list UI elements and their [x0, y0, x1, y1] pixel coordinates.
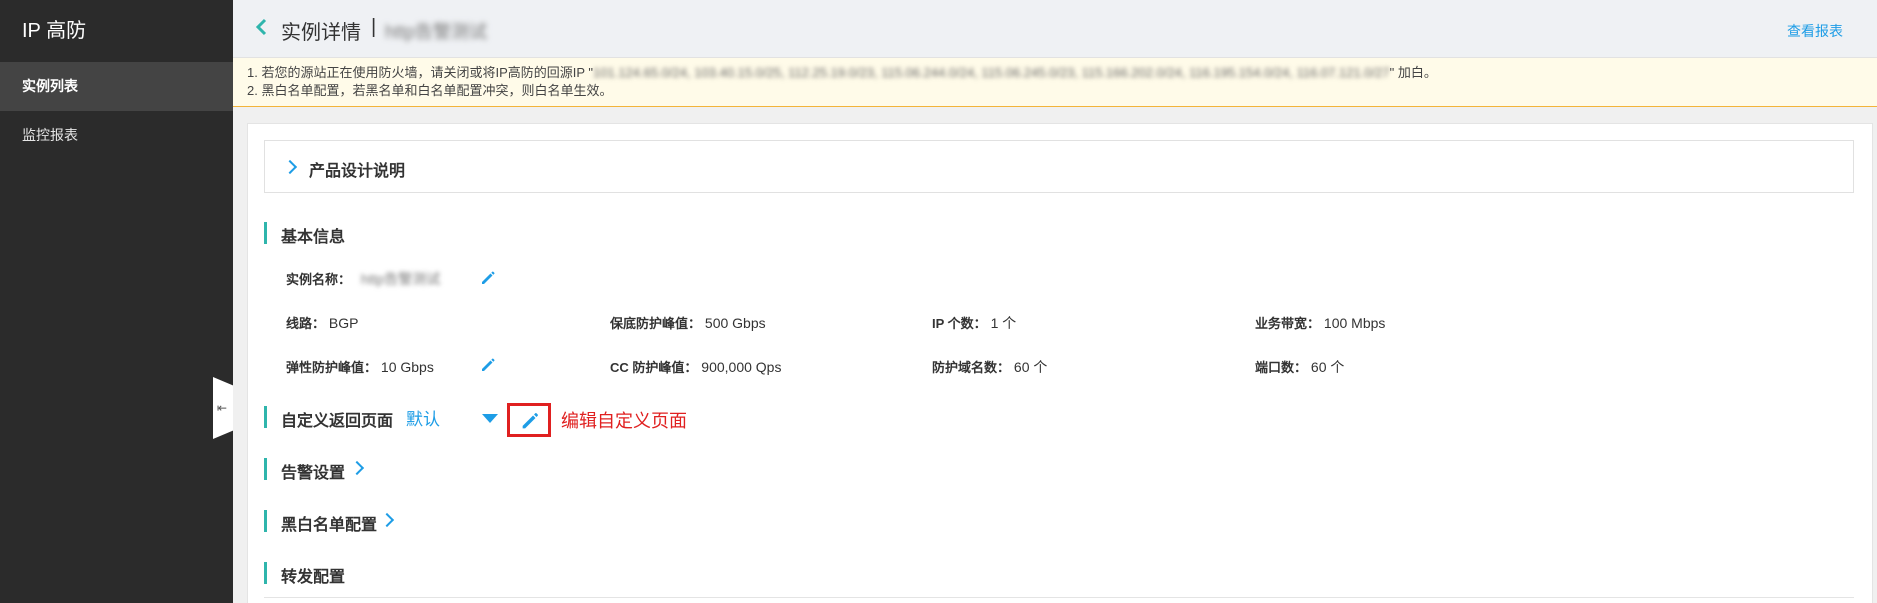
edit-annotation: 编辑自定义页面	[561, 411, 687, 431]
main-area: 实例详情 | http告警测试 查看报表 1. 若您的源站正在使用防火墙，请关闭…	[233, 0, 1877, 603]
edit-elastic-peak-icon[interactable]	[479, 356, 497, 374]
page-title: 实例详情	[281, 22, 361, 44]
sidebar: IP 高防 实例列表 监控报表	[0, 0, 233, 603]
sidebar-title: IP 高防	[22, 20, 87, 42]
edit-custom-page-button[interactable]	[507, 403, 551, 437]
divider	[264, 597, 1854, 598]
collapse-icon: ⇤	[217, 401, 228, 415]
header-bar: 实例详情 | http告警测试 查看报表	[233, 0, 1877, 58]
blacklist-title[interactable]: 黑白名单配置	[281, 511, 377, 535]
back-arrow-icon[interactable]	[251, 15, 271, 39]
field-guaranteed-peak: 保底防护峰值： 500 Gbps	[610, 315, 766, 331]
field-elastic-peak: 弹性防护峰值： 10 Gbps	[286, 359, 434, 375]
section-marker	[264, 562, 267, 584]
whitelist-ips: 101.124.65.0/24, 103.40.15.0/25, 112.25.…	[593, 65, 1390, 80]
field-port-count: 端口数： 60 个	[1255, 359, 1345, 375]
instance-name-field: 实例名称： http告警测试	[286, 271, 441, 287]
notice-banner: 1. 若您的源站正在使用防火墙，请关闭或将IP高防的回源IP "101.124.…	[233, 58, 1877, 107]
title-separator: |	[371, 16, 377, 38]
field-line: 线路： BGP	[286, 315, 359, 331]
section-marker	[264, 510, 267, 532]
content-card: 产品设计说明 基本信息 实例名称： http告警测试 线路： BGP 保底防护峰…	[247, 123, 1873, 603]
caret-down-icon[interactable]	[482, 414, 498, 423]
sidebar-item-monitor-report[interactable]: 监控报表	[0, 111, 233, 160]
field-cc-peak: CC 防护峰值： 900,000 Qps	[610, 359, 782, 375]
section-marker	[264, 458, 267, 480]
instance-name-title: http告警测试	[385, 22, 488, 42]
chevron-right-icon[interactable]	[379, 512, 395, 528]
section-marker	[264, 406, 267, 428]
custom-page-title: 自定义返回页面	[281, 413, 394, 430]
section-marker	[264, 222, 267, 244]
chevron-right-icon	[282, 159, 298, 175]
forwarding-title: 转发配置	[281, 569, 346, 586]
notice-line-1: 1. 若您的源站正在使用防火墙，请关闭或将IP高防的回源IP "101.124.…	[247, 65, 1437, 80]
field-bandwidth: 业务带宽： 100 Mbps	[1255, 315, 1386, 331]
field-ip-count: IP 个数： 1 个	[932, 315, 1017, 331]
product-design-label: 产品设计说明	[309, 163, 406, 180]
edit-instance-name-icon[interactable]	[479, 269, 497, 287]
field-domain-count: 防护域名数： 60 个	[932, 359, 1048, 375]
alert-settings-title[interactable]: 告警设置	[281, 459, 345, 483]
chevron-right-icon[interactable]	[349, 460, 365, 476]
product-design-panel[interactable]: 产品设计说明	[264, 140, 1854, 193]
pencil-icon	[522, 412, 539, 429]
custom-page-select[interactable]: 默认	[406, 405, 440, 430]
view-report-link[interactable]: 查看报表	[1787, 21, 1843, 41]
basic-info-title: 基本信息	[281, 229, 346, 246]
notice-line-2: 2. 黑白名单配置，若黑名单和白名单配置冲突，则白名单生效。	[247, 83, 613, 98]
sidebar-collapse-handle[interactable]: ⇤	[213, 377, 235, 439]
sidebar-item-instance-list[interactable]: 实例列表	[0, 62, 233, 111]
